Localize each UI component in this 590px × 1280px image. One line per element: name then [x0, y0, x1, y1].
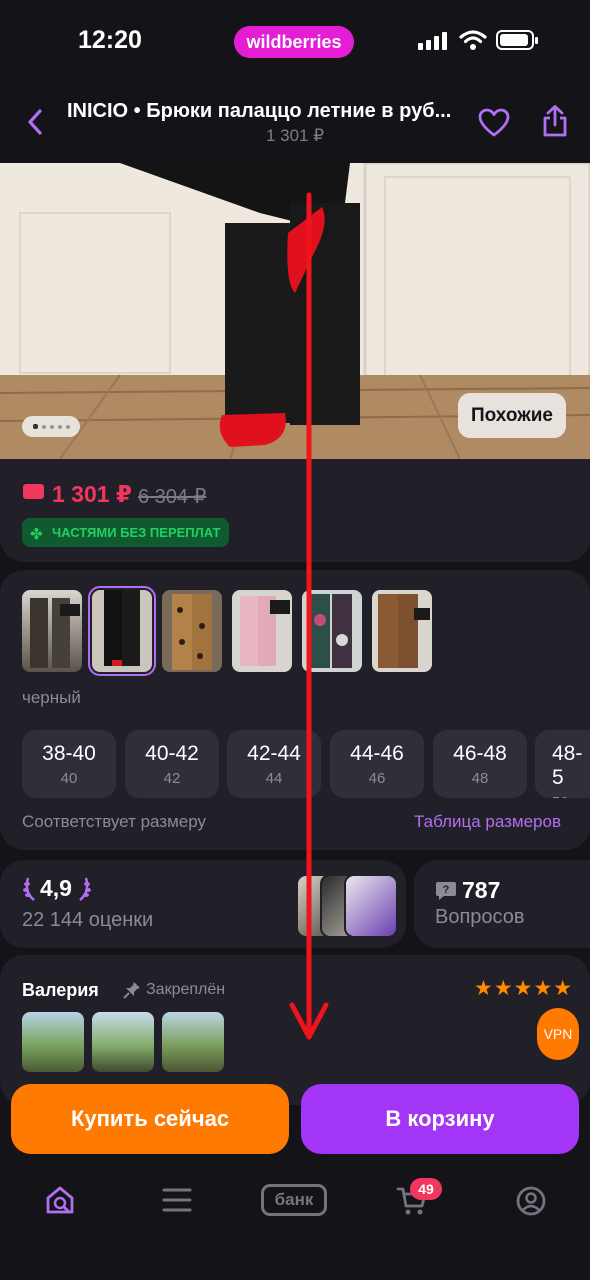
pinned-label: Закреплён — [146, 981, 226, 998]
size-label: 38-40 — [42, 742, 96, 765]
size-option-48-50[interactable]: 48-5 50 — [535, 730, 590, 798]
rating-count: 22 144 оценки — [22, 909, 154, 931]
status-time: 12:20 — [78, 26, 142, 54]
profile-icon[interactable] — [515, 1185, 547, 1217]
question-bubble-icon: ? — [436, 882, 456, 900]
svg-text:?: ? — [443, 884, 450, 896]
pin-icon — [123, 982, 140, 999]
add-to-cart-button[interactable]: В корзину — [301, 1084, 579, 1154]
size-label: 46-48 — [453, 742, 507, 765]
old-price: 6 304 ₽ — [138, 486, 207, 508]
variants-card — [0, 570, 590, 850]
installment-badge[interactable]: ✤ ЧАСТЯМИ БЕЗ ПЕРЕПЛАТ — [22, 518, 230, 547]
review-photo[interactable] — [92, 1012, 154, 1072]
product-title: INICIO • Брюки палаццо летние в руб... — [67, 100, 452, 122]
rating-value: 4,9 — [40, 875, 72, 901]
bank-icon[interactable]: банк — [261, 1184, 327, 1216]
fit-label: Соответствует размеру — [22, 812, 206, 831]
size-label: 42-44 — [247, 742, 301, 765]
review-author: Валерия — [22, 980, 99, 1000]
variant-thumb[interactable] — [22, 590, 82, 672]
color-label: черный — [22, 688, 81, 707]
size-option-44-46[interactable]: 44-46 46 — [330, 730, 424, 798]
current-price: 1 301 ₽ — [52, 481, 132, 507]
size-label: 48-5 — [552, 742, 583, 789]
size-ru: 46 — [368, 770, 386, 787]
wallet-icon — [23, 484, 44, 499]
share-icon[interactable] — [541, 104, 569, 138]
review-stars: ★★★★★ — [474, 977, 574, 1000]
variant-thumb[interactable] — [302, 590, 362, 672]
questions-count: 787 — [462, 877, 501, 903]
vpn-badge[interactable]: VPN — [537, 1008, 579, 1060]
signal-icon — [418, 32, 447, 50]
review-photo[interactable] — [22, 1012, 84, 1072]
questions-card[interactable] — [414, 860, 590, 948]
wildberries-logo: wildberries — [234, 26, 354, 58]
installment-label: ЧАСТЯМИ БЕЗ ПЕРЕПЛАТ — [52, 525, 221, 540]
size-option-46-48[interactable]: 46-48 48 — [433, 730, 527, 798]
review-photos-stack[interactable] — [296, 874, 398, 938]
size-label: 44-46 — [350, 742, 404, 765]
cart-badge: 49 — [410, 1178, 442, 1200]
battery-icon — [496, 30, 538, 50]
wifi-icon — [459, 30, 487, 50]
heart-icon[interactable] — [478, 108, 510, 138]
variant-thumb[interactable] — [162, 590, 222, 672]
laurel-left-icon — [23, 877, 35, 901]
home-search-icon[interactable] — [44, 1184, 76, 1216]
variant-thumb[interactable] — [232, 590, 292, 672]
variant-thumb-selected[interactable] — [88, 586, 156, 676]
clover-icon: ✤ — [30, 526, 43, 543]
size-option-42-44[interactable]: 42-44 44 — [227, 730, 321, 798]
tab-bar — [0, 1162, 590, 1280]
size-ru: 48 — [471, 770, 489, 787]
catalog-icon[interactable] — [162, 1187, 192, 1213]
size-option-40-42[interactable]: 40-42 42 — [125, 730, 219, 798]
size-label: 40-42 — [145, 742, 199, 765]
laurel-right-icon — [79, 877, 91, 901]
variant-thumb[interactable] — [372, 590, 432, 672]
size-ru: 50 — [552, 794, 590, 798]
size-ru: 44 — [265, 770, 283, 787]
size-option-38-40[interactable]: 38-40 40 — [22, 730, 116, 798]
gallery-pager — [22, 416, 80, 437]
review-photo[interactable] — [162, 1012, 224, 1072]
buy-now-button[interactable]: Купить сейчас — [11, 1084, 289, 1154]
similar-button[interactable]: Похожие — [458, 393, 566, 438]
questions-label: Вопросов — [435, 906, 525, 928]
size-table-link[interactable]: Таблица размеров — [414, 812, 561, 832]
size-ru: 40 — [60, 770, 78, 787]
size-ru: 42 — [163, 770, 181, 787]
